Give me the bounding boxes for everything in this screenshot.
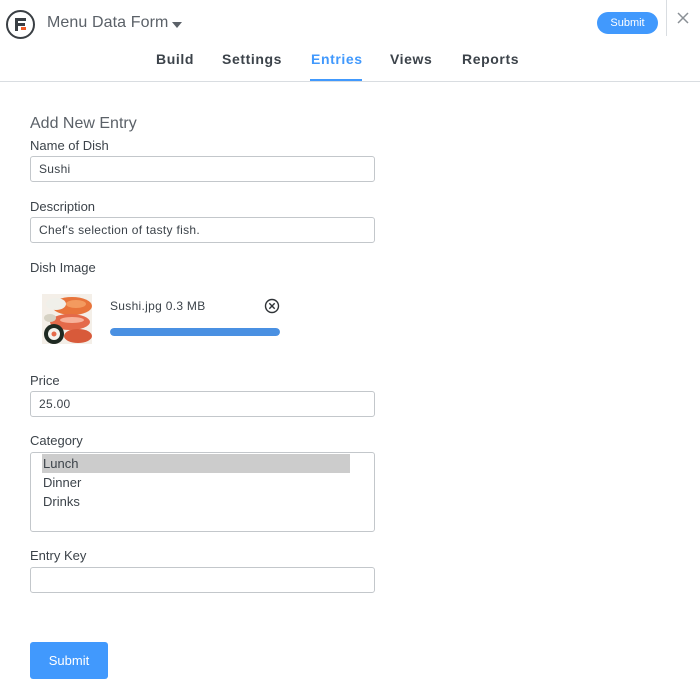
category-listbox[interactable]: Lunch Dinner Drinks bbox=[30, 452, 375, 532]
upload-progress-fill bbox=[110, 328, 280, 336]
sushi-thumbnail-image bbox=[42, 294, 92, 344]
top-header: Menu Data Form Submit Build Settings Ent… bbox=[0, 0, 700, 82]
price-label: Price bbox=[30, 373, 60, 388]
tab-settings[interactable]: Settings bbox=[222, 51, 282, 82]
remove-file-icon[interactable] bbox=[264, 298, 280, 314]
file-name: Sushi.jpg bbox=[110, 299, 163, 313]
tab-views[interactable]: Views bbox=[390, 51, 432, 82]
description-label: Description bbox=[30, 199, 96, 214]
file-size: 0.3 MB bbox=[165, 299, 206, 313]
entry-key-label: Entry Key bbox=[30, 548, 87, 563]
category-option-drinks[interactable]: Drinks bbox=[42, 492, 350, 511]
form-tabs: Build Settings Entries Views Reports bbox=[0, 48, 700, 82]
dish-name-input[interactable] bbox=[30, 156, 375, 182]
description-input[interactable] bbox=[30, 217, 375, 243]
header-submit-button[interactable]: Submit bbox=[597, 12, 658, 34]
close-icon[interactable] bbox=[674, 9, 692, 27]
category-option-lunch[interactable]: Lunch bbox=[42, 454, 350, 473]
price-input[interactable] bbox=[30, 391, 375, 417]
submit-button[interactable]: Submit bbox=[30, 642, 108, 679]
entry-key-input[interactable] bbox=[30, 567, 375, 593]
category-label: Category bbox=[30, 433, 83, 448]
name-label: Name of Dish bbox=[30, 138, 109, 153]
header-divider bbox=[666, 0, 667, 36]
upload-progress-bar bbox=[110, 328, 280, 336]
formidable-logo-icon[interactable] bbox=[6, 10, 35, 39]
tab-build[interactable]: Build bbox=[156, 51, 194, 82]
active-tab-indicator bbox=[310, 79, 362, 81]
tab-entries[interactable]: Entries bbox=[311, 51, 363, 82]
section-title: Add New Entry bbox=[30, 115, 137, 132]
category-option-dinner[interactable]: Dinner bbox=[42, 473, 350, 492]
chevron-down-icon[interactable] bbox=[172, 22, 182, 28]
uploaded-file-info: Sushi.jpg 0.3 MB bbox=[110, 299, 206, 313]
dish-image-label: Dish Image bbox=[30, 260, 96, 275]
form-title[interactable]: Menu Data Form bbox=[47, 14, 168, 32]
tab-reports[interactable]: Reports bbox=[462, 51, 519, 82]
